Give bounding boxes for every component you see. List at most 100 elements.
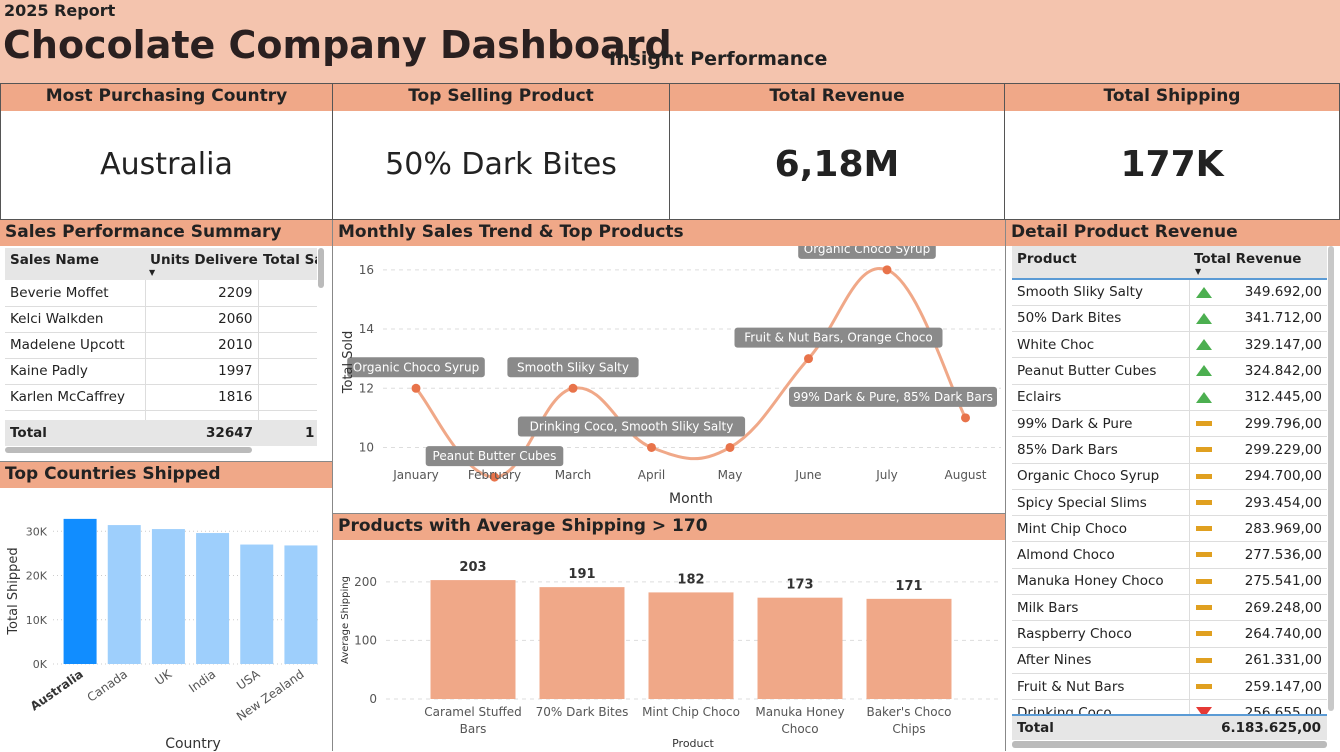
bar[interactable] <box>757 597 843 699</box>
table-row[interactable]: 99% Dark & Pure 299.796,00 <box>1012 410 1327 437</box>
revenue-cell: 329.147,00 <box>1189 332 1327 358</box>
sales-name-cell: Beverie Moffet <box>5 280 146 306</box>
column-header-sorted[interactable]: Units Delivered ▼ <box>145 248 258 280</box>
table-row[interactable]: Fruit & Nut Bars 259.147,00 <box>1012 673 1327 700</box>
table-row[interactable]: Almond Choco 277.536,00 <box>1012 541 1327 569</box>
bar[interactable] <box>539 587 625 699</box>
units-cell: 2010 <box>145 332 259 358</box>
annotation-text: Smooth Sliky Salty <box>517 360 629 374</box>
table-row[interactable]: Madelene Upcott 2010 <box>5 332 317 358</box>
bar[interactable] <box>430 580 516 699</box>
table-row[interactable]: Kaine Padly 1997 <box>5 358 317 384</box>
kpi-label: Most Purchasing Country <box>1 84 332 111</box>
x-tick-label: Manuka Honey <box>755 705 844 719</box>
x-tick-label: January <box>392 468 439 482</box>
trend-up-icon <box>1195 287 1212 298</box>
table-row[interactable]: Manuka Honey Choco 275.541,00 <box>1012 568 1327 595</box>
x-tick-label: May <box>718 468 743 482</box>
table-row[interactable]: After Nines 261.331,00 <box>1012 647 1327 674</box>
total-sales-truncated: 1 <box>305 425 315 441</box>
column-header[interactable]: Product <box>1012 246 1189 279</box>
detail-title: Detail Product Revenue <box>1006 220 1340 246</box>
table-row[interactable]: Mint Chip Choco 283.969,00 <box>1012 515 1327 542</box>
table-row[interactable]: Eclairs 312.445,00 <box>1012 384 1327 411</box>
data-point[interactable] <box>647 442 656 452</box>
bar[interactable] <box>107 525 141 664</box>
vertical-scrollbar[interactable] <box>1328 246 1334 711</box>
product-cell: Organic Choco Syrup <box>1012 463 1190 490</box>
revenue-cell: 349.692,00 <box>1189 279 1327 305</box>
bar[interactable] <box>63 518 97 664</box>
table-row[interactable]: Kelci Walkden 2060 <box>5 306 317 332</box>
bar[interactable] <box>240 544 274 664</box>
revenue-value: 259.147,00 <box>1244 678 1322 695</box>
kpi-label: Total Shipping <box>1005 84 1339 111</box>
x-tick-label: USA <box>234 667 263 693</box>
y-axis-title: Total Shipped <box>6 547 21 635</box>
bar[interactable] <box>196 533 230 664</box>
revenue-cell: 261.331,00 <box>1189 647 1327 673</box>
table-row[interactable]: Karlen McCaffrey 1816 <box>5 384 317 410</box>
bar[interactable] <box>866 598 952 699</box>
x-tick-label: Caramel Stuffed <box>424 705 521 719</box>
table-row[interactable]: 85% Dark Bars 299.229,00 <box>1012 436 1327 464</box>
y-tick-label: 16 <box>359 263 374 277</box>
sales-total-row: Total 32647 1 <box>5 420 317 446</box>
trend-up-icon <box>1195 339 1212 351</box>
y-tick-label: 0K <box>33 658 48 671</box>
y-tick-label: 10 <box>359 440 374 454</box>
x-tick-label: June <box>794 468 821 482</box>
kpi-value: 50% Dark Bites <box>385 147 617 182</box>
x-tick-label: Canada <box>85 667 130 705</box>
table-row[interactable]: Raspberry Choco 264.740,00 <box>1012 620 1327 648</box>
data-point[interactable] <box>804 354 813 364</box>
table-row[interactable]: Beverie Moffet 2209 <box>5 280 317 306</box>
x-tick-label: Australia <box>28 667 86 713</box>
x-tick-label: Mint Chip Choco <box>642 705 740 719</box>
total-revenue: 6.183.625,00 <box>1221 720 1321 736</box>
product-cell: Spicy Special Slims <box>1012 489 1190 516</box>
revenue-value: 293.454,00 <box>1244 494 1322 511</box>
table-row[interactable]: Organic Choco Syrup 294.700,00 <box>1012 463 1327 490</box>
bar[interactable] <box>648 592 734 699</box>
horizontal-scrollbar[interactable] <box>5 447 252 453</box>
kpi-value: Australia <box>100 147 233 182</box>
x-tick-label: Bars <box>460 722 487 736</box>
annotation-text: 99% Dark & Pure, 85% Dark Bars <box>793 390 993 404</box>
total-label: Total <box>1017 720 1054 736</box>
bar[interactable] <box>284 545 318 664</box>
data-label: 173 <box>786 578 813 593</box>
trend-flat-icon <box>1195 578 1212 584</box>
data-point[interactable] <box>882 265 892 275</box>
table-row[interactable]: 50% Dark Bites 341.712,00 <box>1012 305 1327 332</box>
annotation-label: Peanut Butter Cubes <box>425 446 564 467</box>
data-point[interactable] <box>961 413 970 423</box>
table-row-partial <box>5 410 317 420</box>
vertical-scrollbar[interactable] <box>318 248 324 288</box>
horizontal-scrollbar[interactable] <box>1012 741 1327 748</box>
data-point[interactable] <box>568 383 578 393</box>
column-header[interactable]: Total Sa <box>258 248 317 280</box>
table-row[interactable]: Spicy Special Slims 293.454,00 <box>1012 489 1327 516</box>
table-row[interactable]: Milk Bars 269.248,00 <box>1012 594 1327 621</box>
table-row[interactable]: Peanut Butter Cubes 324.842,00 <box>1012 357 1327 385</box>
table-row[interactable]: Smooth Sliky Salty 349.692,00 <box>1012 279 1327 306</box>
table-row[interactable]: Drinking Coco 256.655,00 <box>1012 699 1327 714</box>
data-point[interactable] <box>725 442 735 452</box>
revenue-cell: 277.536,00 <box>1189 542 1327 568</box>
product-cell: Eclairs <box>1012 384 1190 411</box>
trend-up-icon <box>1195 365 1212 377</box>
product-cell: Fruit & Nut Bars <box>1012 673 1190 700</box>
data-point[interactable] <box>411 383 421 393</box>
column-header-sorted[interactable]: Total Revenue ▼ <box>1189 246 1327 279</box>
table-row[interactable]: White Choc 329.147,00 <box>1012 331 1327 358</box>
revenue-cell: 259.147,00 <box>1189 673 1327 699</box>
revenue-value: 261.331,00 <box>1244 652 1322 669</box>
kpi-label: Total Revenue <box>670 84 1004 111</box>
trend-flat-icon <box>1195 631 1212 637</box>
revenue-value: 341.712,00 <box>1244 310 1322 327</box>
sales-name-cell: Kelci Walkden <box>5 306 146 332</box>
bar[interactable] <box>151 529 185 664</box>
column-header[interactable]: Sales Name <box>5 248 145 280</box>
revenue-cell: 324.842,00 <box>1189 358 1327 384</box>
